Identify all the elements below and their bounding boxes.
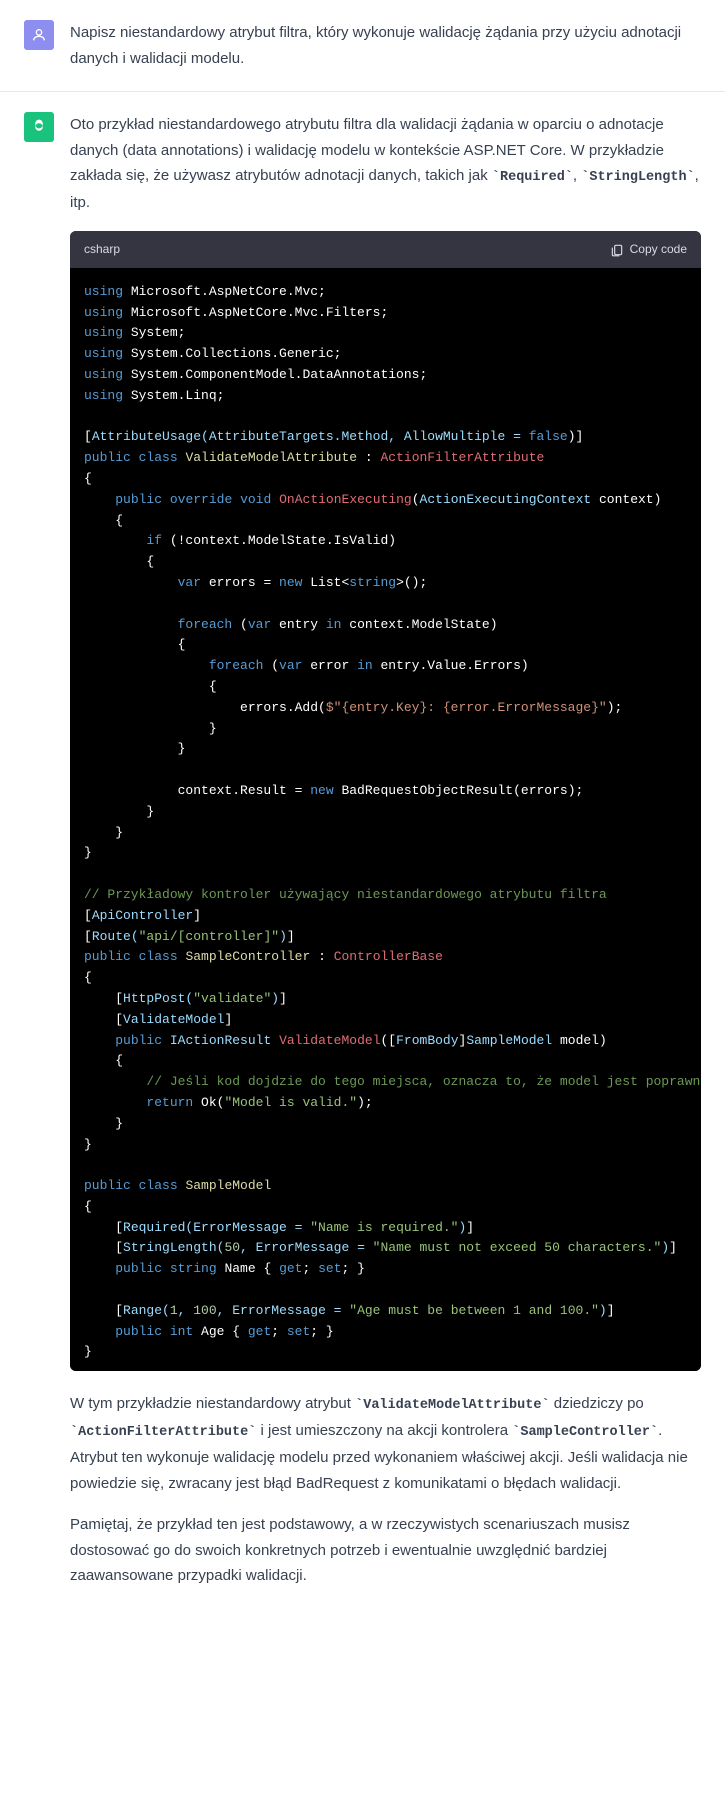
user-message: Napisz niestandardowy atrybut filtra, kt… — [0, 0, 725, 92]
inline-code: `Required` — [492, 170, 573, 185]
assistant-message: Oto przykład niestandardowego atrybutu f… — [0, 92, 725, 1625]
inline-code: `SampleController` — [512, 1425, 658, 1440]
copy-code-button[interactable]: Copy code — [610, 239, 687, 259]
openai-icon — [30, 118, 48, 136]
code-content[interactable]: using Microsoft.AspNetCore.Mvc; using Mi… — [70, 268, 701, 1371]
inline-code: `ValidateModelAttribute` — [355, 1398, 549, 1413]
assistant-outro-2: Pamiętaj, że przykład ten jest podstawow… — [70, 1512, 701, 1589]
user-avatar — [24, 20, 54, 50]
assistant-avatar — [24, 112, 54, 142]
assistant-intro: Oto przykład niestandardowego atrybutu f… — [70, 112, 701, 215]
assistant-outro-1: W tym przykładzie niestandardowy atrybut… — [70, 1391, 701, 1496]
code-language: csharp — [84, 239, 120, 259]
user-message-text: Napisz niestandardowy atrybut filtra, kt… — [70, 20, 701, 71]
code-block: csharp Copy code using Microsoft.AspNetC… — [70, 231, 701, 1371]
inline-code: `ActionFilterAttribute` — [70, 1425, 256, 1440]
person-icon — [31, 27, 47, 43]
code-header: csharp Copy code — [70, 231, 701, 267]
inline-code: `StringLength` — [581, 170, 694, 185]
clipboard-icon — [610, 243, 624, 257]
